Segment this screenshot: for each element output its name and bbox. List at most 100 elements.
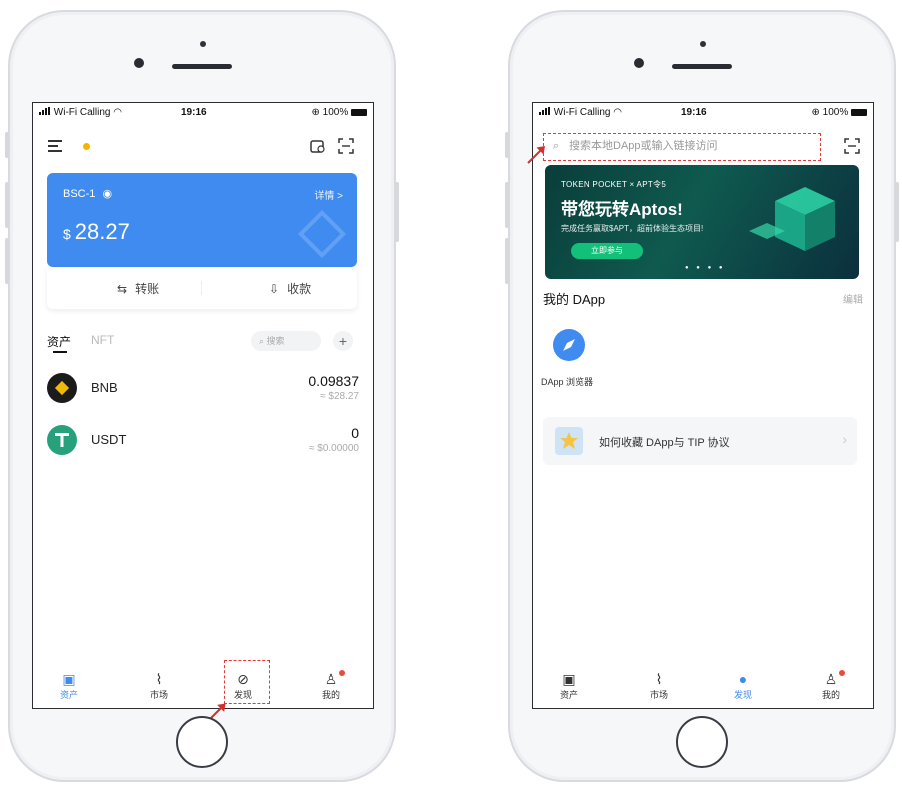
sensor-dot [700,41,706,47]
bsc-watermark-icon [297,209,347,259]
add-token-button[interactable]: + [333,331,353,351]
star-doc-icon [555,427,583,455]
wallet-detail-link[interactable]: 详情 > [314,187,343,202]
transfer-icon: ⇆ [117,282,128,296]
tab-bar-label: 市场 [149,690,168,700]
token-row[interactable]: BNB 0.09837 ≈ $28.27 [47,371,359,409]
bottom-tab-bar: ▣ 资产 ⌇ 市场 ⊘ 发现 ♙ 我的 [33,664,373,708]
banner-cta-button[interactable]: 立即参与 [571,243,643,259]
receive-button[interactable]: ⇩ 收款 [269,280,311,297]
bottom-tab-bar: ▣ 资产 ⌇ 市场 ● 发现 ♙ 我的 [533,664,873,708]
location-icon: ⊕ [311,107,320,118]
signal-icon [39,107,51,115]
chart-icon: ⌇ [655,671,663,687]
volume-down-button [5,238,9,284]
location-icon: ⊕ [811,107,820,118]
status-bar: Wi-Fi Calling ◠ 19:16 ⊕ 100% [33,107,373,121]
search-icon: ⌕ [259,336,267,346]
sensor-dot [200,41,206,47]
tab-bar-assets[interactable]: ▣ 资产 [549,670,589,701]
tab-bar-label: 我的 [821,690,840,700]
asset-search[interactable]: ⌕ 搜索 [251,331,321,351]
wallet-balance: $28.27 [63,219,130,245]
eye-icon[interactable]: ◉ [102,188,112,200]
volume-up-button [505,182,509,228]
tab-bar-label: 我的 [321,690,340,700]
chart-icon: ⌇ [155,671,163,687]
banner-title: 带您玩转Aptos! [561,200,683,219]
discover-highlight-box [224,660,270,704]
banner-subtitle: 完成任务赢取$APT，超前体验生态项目! [561,224,704,233]
tab-bar-profile[interactable]: ♙ 我的 [311,670,351,701]
dapp-browser-icon[interactable] [553,329,585,361]
battery-percent: 100% [822,107,849,118]
left-phone-frame: Wi-Fi Calling ◠ 19:16 ⊕ 100% BSC-1 ◉ 详情 … [5,10,399,782]
my-dapp-title: 我的 DApp [543,292,606,307]
earpiece-speaker [172,64,232,69]
action-divider [201,281,202,295]
mute-switch [505,132,509,158]
scan-icon[interactable] [337,137,355,155]
tip-guide-text: 如何收藏 DApp与 TIP 协议 [599,437,730,449]
transfer-label: 转账 [135,282,160,296]
carrier-text: Wi-Fi Calling [553,107,611,118]
token-row[interactable]: USDT 0 ≈ $0.00000 [47,423,359,461]
server-illustration-icon [749,187,835,251]
tip-guide-card[interactable]: 如何收藏 DApp与 TIP 协议 › [543,417,857,465]
token-fiat: ≈ $28.27 [320,391,359,402]
balance-amount: 28.27 [74,219,130,244]
token-amount: 0 [351,425,359,441]
tab-bar-label: 市场 [649,690,668,700]
tab-bar-label: 资产 [59,690,78,700]
scan-icon[interactable] [843,137,861,155]
battery-group: ⊕ 100% [811,107,867,118]
banner-pagination: ● ● ● ● [685,265,726,271]
wifi-icon: ◠ [113,107,122,118]
power-button [395,182,399,242]
mute-switch [5,132,9,158]
tab-bar-label: 发现 [733,690,752,700]
tab-bar-assets[interactable]: ▣ 资产 [49,670,89,701]
tab-bar-market[interactable]: ⌇ 市场 [139,670,179,701]
volume-up-button [5,182,9,228]
promo-banner[interactable]: TOKEN POCKET × APT令5 带您玩转Aptos! 完成任务赢取$A… [545,165,859,279]
tab-assets[interactable]: 资产 [47,333,71,353]
wallet-network: BSC-1 [63,188,96,200]
bnb-logo-icon [47,373,77,403]
token-amount: 0.09837 [308,373,359,389]
tab-bar-discover[interactable]: ● 发现 [723,670,763,701]
network-status-dot [83,143,90,150]
clock: 19:16 [681,107,707,118]
currency-symbol: $ [63,226,71,242]
power-button [895,182,899,242]
right-phone-frame: Wi-Fi Calling ◠ 19:16 ⊕ 100% ⌕ 搜索本地DApp或… [505,10,899,782]
compass-icon: ● [738,671,748,687]
token-name: USDT [91,432,127,447]
notification-badge [339,670,345,676]
asset-search-placeholder: 搜索 [266,336,285,346]
menu-icon[interactable] [47,137,65,155]
right-screen: Wi-Fi Calling ◠ 19:16 ⊕ 100% ⌕ 搜索本地DApp或… [532,102,874,709]
dapp-browser-label[interactable]: DApp 浏览器 [541,375,593,388]
tab-bar-profile[interactable]: ♙ 我的 [811,670,851,701]
edit-dapp-link[interactable]: 编辑 [843,291,863,306]
receive-icon: ⇩ [269,282,280,296]
tab-bar-market[interactable]: ⌇ 市场 [639,670,679,701]
status-bar: Wi-Fi Calling ◠ 19:16 ⊕ 100% [533,107,873,121]
battery-percent: 100% [322,107,349,118]
token-name: BNB [91,380,118,395]
carrier-text: Wi-Fi Calling [53,107,111,118]
tab-nft[interactable]: NFT [91,333,114,347]
battery-icon [351,108,367,116]
signal-icon [539,107,551,115]
carrier-group: Wi-Fi Calling ◠ [39,107,122,118]
usdt-logo-icon [47,425,77,455]
wallet-manage-icon[interactable] [309,137,327,155]
wallet-card[interactable]: BSC-1 ◉ 详情 > $28.27 [47,173,357,267]
battery-group: ⊕ 100% [311,107,367,118]
notification-badge [839,670,845,676]
profile-icon: ♙ [324,671,338,687]
transfer-button[interactable]: ⇆ 转账 [117,280,159,297]
volume-down-button [505,238,509,284]
wallet-icon: ▣ [62,671,76,687]
